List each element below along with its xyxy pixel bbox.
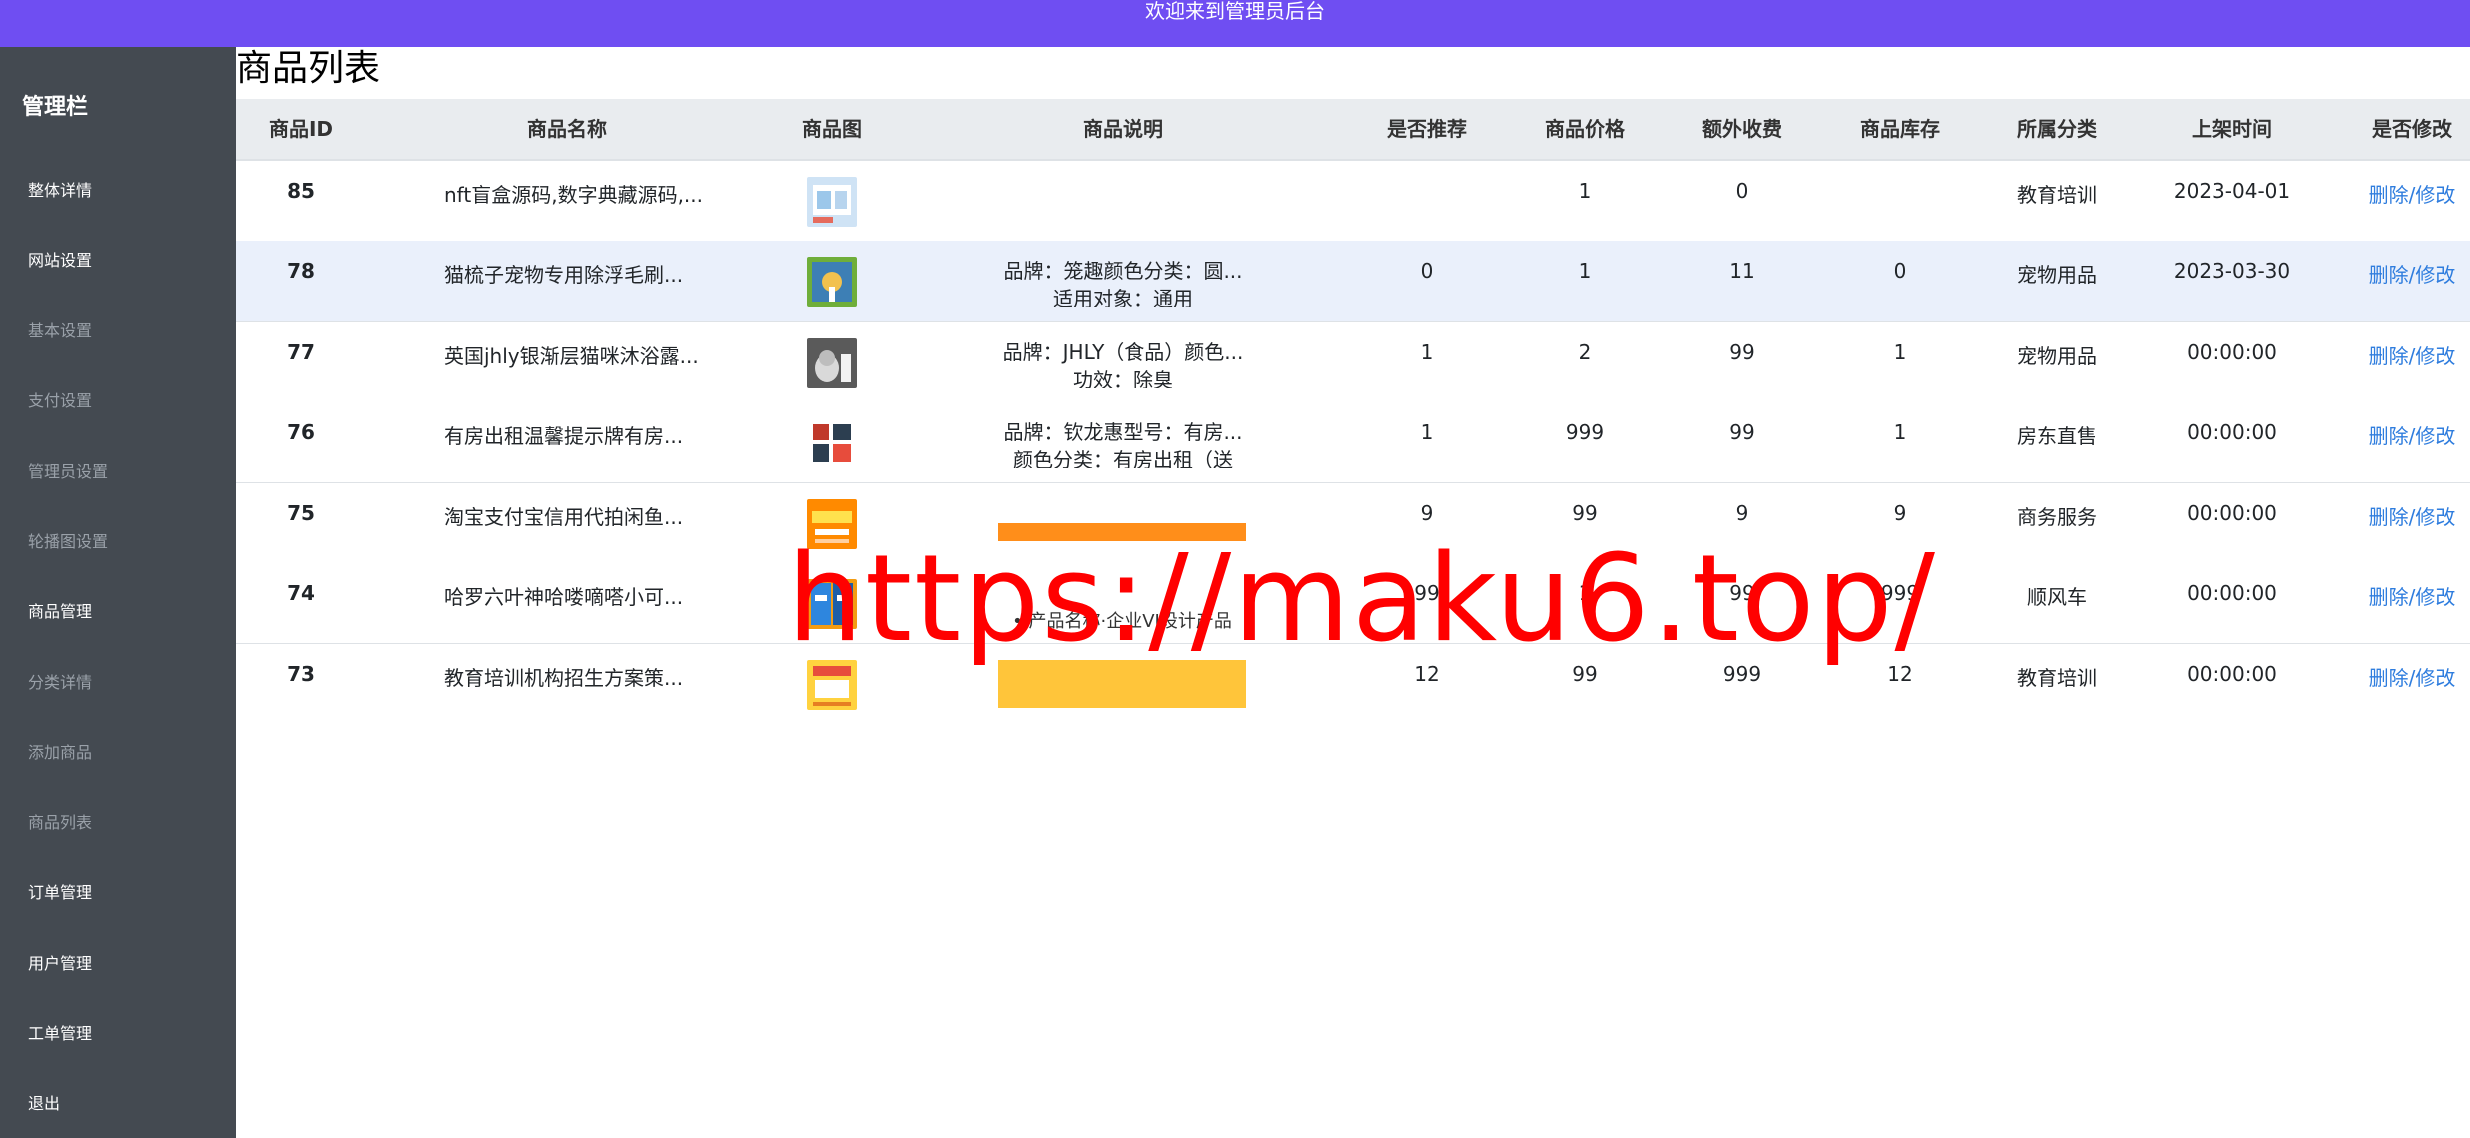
column-header-image: 商品图 xyxy=(802,117,862,141)
product-listing-time: 00:00:00 xyxy=(2187,662,2277,686)
product-name: 淘宝支付宝信用代拍闲鱼... xyxy=(444,505,684,529)
product-recommended: 9 xyxy=(1420,501,1434,525)
delete-edit-link[interactable]: 删除/修改 xyxy=(2369,179,2456,208)
delete-edit-link[interactable]: 删除/修改 xyxy=(2369,259,2456,288)
sidebar-item-order-management[interactable]: 订单管理 xyxy=(28,879,92,903)
column-header-price: 商品价格 xyxy=(1545,117,1625,141)
product-name: nft盲盒源码,数字典藏源码,... xyxy=(444,183,703,207)
product-thumbnail[interactable] xyxy=(807,257,857,307)
watermark-overlay: https://maku6.top/ xyxy=(787,530,1937,669)
sidebar-item-ticket-management[interactable]: 工单管理 xyxy=(28,1020,92,1044)
product-recommended: 1 xyxy=(1420,340,1434,364)
product-price: 2 xyxy=(1578,340,1592,364)
product-listing-time: 2023-04-01 xyxy=(2173,179,2291,203)
sidebar-item-basic-settings[interactable]: 基本设置 xyxy=(28,317,92,341)
product-category: 教育培训 xyxy=(2017,666,2097,690)
delete-edit-link[interactable]: 删除/修改 xyxy=(2369,501,2456,530)
product-stock: 1 xyxy=(1893,420,1907,444)
product-listing-time: 00:00:00 xyxy=(2187,340,2277,364)
sidebar-item-logout[interactable]: 退出 xyxy=(28,1090,60,1114)
product-name: 哈罗六叶神哈喽嘀嗒小可... xyxy=(444,585,684,609)
column-header-id: 商品ID xyxy=(268,117,334,141)
product-description: 品牌：JHLY（食品）颜色... 功效：除臭 xyxy=(1002,340,1244,388)
table-header: 商品ID 商品名称 商品图 商品说明 是否推荐 商品价格 额外收费 商品库存 所… xyxy=(236,99,2470,161)
product-id: 85 xyxy=(287,179,315,203)
product-description: 品牌：钦龙惠型号：有房... 颜色分类：有房出租（送 xyxy=(1003,420,1243,468)
column-header-recommended: 是否推荐 xyxy=(1387,117,1467,141)
product-price: 99 xyxy=(1572,501,1598,525)
sidebar-item-user-management[interactable]: 用户管理 xyxy=(28,950,92,974)
column-header-description: 商品说明 xyxy=(1083,117,1163,141)
sidebar-item-category-details[interactable]: 分类详情 xyxy=(28,669,92,693)
product-category: 顺风车 xyxy=(2027,585,2087,609)
column-header-listing-time: 上架时间 xyxy=(2192,117,2272,141)
product-extra-fee: 0 xyxy=(1735,179,1749,203)
product-category: 教育培训 xyxy=(2017,183,2097,207)
delete-edit-link[interactable]: 删除/修改 xyxy=(2369,581,2456,610)
delete-edit-link[interactable]: 删除/修改 xyxy=(2369,340,2456,369)
table-row: 77 英国jhly银渐层猫咪沐浴露... 品牌：JHLY（食品）颜色... 功效… xyxy=(236,322,2470,403)
sidebar-title: 管理栏 xyxy=(22,95,89,120)
product-recommended: 0 xyxy=(1420,259,1434,283)
sidebar: 管理栏 整体详情 网站设置 基本设置 支付设置 管理员设置 轮播图设置 商品管理… xyxy=(0,47,236,1138)
product-price: 999 xyxy=(1565,420,1605,444)
sidebar-item-overview[interactable]: 整体详情 xyxy=(28,177,92,201)
product-listing-time: 00:00:00 xyxy=(2187,581,2277,605)
column-header-extra-fee: 额外收费 xyxy=(1702,117,1782,141)
sidebar-item-add-product[interactable]: 添加商品 xyxy=(28,739,92,763)
product-listing-time: 00:00:00 xyxy=(2187,420,2277,444)
product-listing-time: 2023-03-30 xyxy=(2173,259,2291,283)
product-extra-fee: 11 xyxy=(1729,259,1755,283)
column-header-stock: 商品库存 xyxy=(1860,117,1940,141)
sidebar-item-site-settings[interactable]: 网站设置 xyxy=(28,247,92,271)
product-stock: 1 xyxy=(1893,340,1907,364)
product-extra-fee: 99 xyxy=(1729,340,1755,364)
product-category: 商务服务 xyxy=(2017,505,2097,529)
product-description: 品牌：笼趣颜色分类：圆... 适用对象：通用 xyxy=(1003,259,1243,307)
sidebar-item-payment-settings[interactable]: 支付设置 xyxy=(28,387,92,411)
product-id: 76 xyxy=(287,420,315,444)
top-banner: 欢迎来到管理员后台 xyxy=(0,0,2470,47)
product-category: 房东直售 xyxy=(2017,424,2097,448)
table-row: 78 猫梳子宠物专用除浮毛刷... 品牌：笼趣颜色分类：圆... 适用对象：通用… xyxy=(236,241,2470,322)
product-category: 宠物用品 xyxy=(2017,344,2097,368)
product-id: 74 xyxy=(287,581,315,605)
product-id: 73 xyxy=(287,662,315,686)
product-stock: 0 xyxy=(1893,259,1907,283)
table-row: 85 nft盲盒源码,数字典藏源码,... 1 0 教育培训 2023-04-0… xyxy=(236,161,2470,242)
product-stock: 9 xyxy=(1893,501,1907,525)
sidebar-item-admin-settings[interactable]: 管理员设置 xyxy=(28,458,108,482)
column-header-name: 商品名称 xyxy=(527,117,607,141)
product-thumbnail[interactable] xyxy=(807,177,857,227)
product-name: 猫梳子宠物专用除浮毛刷... xyxy=(444,263,684,287)
product-thumbnail[interactable] xyxy=(807,418,857,468)
product-extra-fee: 9 xyxy=(1735,501,1749,525)
product-price: 1 xyxy=(1578,259,1592,283)
sidebar-item-product-management[interactable]: 商品管理 xyxy=(28,598,92,622)
sidebar-item-carousel-settings[interactable]: 轮播图设置 xyxy=(28,528,108,552)
column-header-actions: 是否修改 xyxy=(2372,117,2452,141)
product-name: 有房出租温馨提示牌有房... xyxy=(444,424,684,448)
product-price: 1 xyxy=(1578,179,1592,203)
product-thumbnail[interactable] xyxy=(807,338,857,388)
product-name: 英国jhly银渐层猫咪沐浴露... xyxy=(444,344,699,368)
top-banner-title: 欢迎来到管理员后台 xyxy=(1145,0,1325,23)
delete-edit-link[interactable]: 删除/修改 xyxy=(2369,420,2456,449)
product-id: 78 xyxy=(287,259,315,283)
product-category: 宠物用品 xyxy=(2017,263,2097,287)
product-id: 75 xyxy=(287,501,315,525)
table-row: 76 有房出租温馨提示牌有房... 品牌：钦龙惠型号：有房... 颜色分类：有房… xyxy=(236,402,2470,483)
product-name: 教育培训机构招生方案策... xyxy=(444,666,684,690)
product-id: 77 xyxy=(287,340,315,364)
page-title: 商品列表 xyxy=(236,48,381,89)
column-header-category: 所属分类 xyxy=(2017,117,2097,141)
product-extra-fee: 99 xyxy=(1729,420,1755,444)
delete-edit-link[interactable]: 删除/修改 xyxy=(2369,662,2456,691)
product-recommended: 1 xyxy=(1420,420,1434,444)
product-listing-time: 00:00:00 xyxy=(2187,501,2277,525)
sidebar-item-product-list[interactable]: 商品列表 xyxy=(28,809,92,833)
